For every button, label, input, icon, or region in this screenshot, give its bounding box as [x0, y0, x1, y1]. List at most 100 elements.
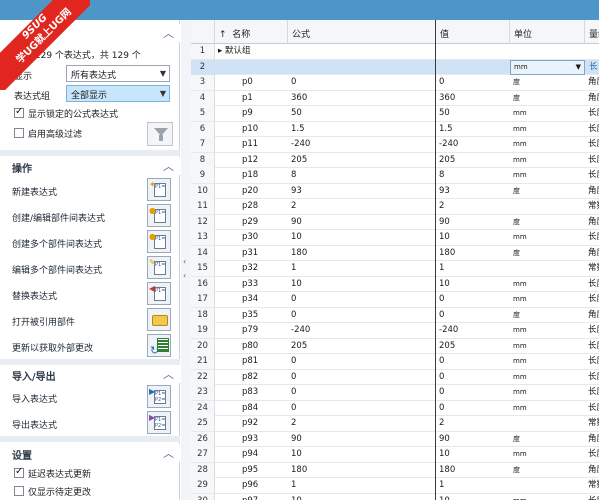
unit-cell[interactable]: 度 [510, 432, 585, 447]
table-row[interactable]: 23p8300mm长度 [191, 385, 599, 401]
value-cell[interactable]: 50 [436, 106, 510, 121]
panel-splitter[interactable]: ‹ ‹ [181, 20, 191, 500]
unit-cell[interactable]: mm [510, 447, 585, 462]
formula-cell[interactable]: 360 [288, 91, 436, 106]
group-dropdown[interactable]: 全部显示 ▼ [66, 85, 170, 102]
update-external-row[interactable]: 更新以获取外部更改 ↻ [0, 333, 180, 358]
name-cell[interactable]: p31 [239, 246, 288, 261]
name-column-header[interactable]: ↑ 名称 [215, 20, 288, 44]
name-cell[interactable]: p1 [239, 91, 288, 106]
table-row[interactable]: 13p301010mm长度 [191, 230, 599, 246]
name-cell[interactable]: p32 [239, 261, 288, 276]
table-row[interactable]: 12p299090度角度 [191, 214, 599, 230]
value-cell[interactable]: 1 [436, 261, 510, 276]
unit-cell[interactable]: 度 [510, 463, 585, 478]
dimension-cell[interactable]: 长度 [585, 494, 599, 500]
formula-cell[interactable]: 1.5 [288, 122, 436, 137]
unit-cell[interactable]: mm [510, 385, 585, 400]
unit-dropdown[interactable]: mm ▼ [510, 59, 585, 75]
table-row[interactable]: 27p941010mm长度 [191, 447, 599, 463]
name-cell[interactable]: p35 [239, 308, 288, 323]
table-row[interactable]: 25p9222常数 [191, 416, 599, 432]
collapse-chevron-icon[interactable]: ︿ [163, 158, 174, 174]
table-row[interactable]: 10p209393度角度 [191, 183, 599, 199]
name-cell[interactable]: p0 [239, 75, 288, 90]
value-cell[interactable]: 0 [436, 75, 510, 90]
value-cell[interactable]: 2 [436, 416, 510, 431]
new-expression-row-input[interactable]: 2 mm ▼ 长 [191, 59, 599, 75]
formula-cell[interactable]: 90 [288, 432, 436, 447]
unit-cell[interactable]: mm [510, 323, 585, 338]
name-cell[interactable]: p33 [239, 277, 288, 292]
dimension-cell[interactable]: 长度 [585, 385, 599, 400]
list-section-header[interactable]: ︿ [0, 24, 180, 42]
dimension-cell[interactable]: 长度 [585, 354, 599, 369]
formula-cell[interactable]: 2 [288, 416, 436, 431]
unit-cell[interactable]: 度 [510, 184, 585, 199]
group-row[interactable]: 1 ▸ 默认组 [191, 44, 599, 60]
name-cell[interactable]: p82 [239, 370, 288, 385]
formula-cell[interactable]: 2 [288, 199, 436, 214]
edit-multi-interpart-button[interactable]: P1= ✎ [147, 256, 171, 279]
value-cell[interactable]: 205 [436, 339, 510, 354]
formula-cell[interactable]: 180 [288, 246, 436, 261]
value-cell[interactable]: 0 [436, 370, 510, 385]
unit-cell[interactable]: mm [510, 106, 585, 121]
dimension-cell[interactable]: 常数 [585, 199, 599, 214]
formula-cell[interactable]: 0 [288, 292, 436, 307]
formula-cell[interactable]: 10 [288, 494, 436, 500]
unit-cell[interactable]: mm [510, 292, 585, 307]
dimension-cell[interactable]: 长度 [585, 447, 599, 462]
formula-cell[interactable]: 0 [288, 75, 436, 90]
value-cell[interactable]: 2 [436, 199, 510, 214]
dimension-cell[interactable]: 长度 [585, 292, 599, 307]
dimension-cell[interactable]: 长度 [585, 401, 599, 416]
edit-multi-interpart-row[interactable]: 编辑多个部件间表达式 P1= ✎ [0, 255, 180, 280]
unit-cell[interactable]: mm [510, 153, 585, 168]
unit-cell[interactable]: mm [510, 230, 585, 245]
dimension-cell[interactable]: 角度 [585, 215, 599, 230]
unit-cell[interactable]: mm [510, 494, 585, 500]
name-cell[interactable]: p28 [239, 199, 288, 214]
advanced-filter-checkbox[interactable] [14, 128, 24, 138]
dimension-cell[interactable]: 角度 [585, 91, 599, 106]
unit-cell[interactable]: mm [510, 277, 585, 292]
unit-cell[interactable] [510, 261, 585, 276]
formula-cell[interactable]: 0 [288, 385, 436, 400]
dimension-column-header[interactable]: 量纲 [585, 20, 599, 44]
import-export-header[interactable]: 导入/导出 ︿ [0, 365, 180, 383]
name-cell[interactable]: p97 [239, 494, 288, 500]
unit-cell[interactable]: 度 [510, 246, 585, 261]
unit-cell[interactable]: mm [510, 370, 585, 385]
table-row[interactable]: 17p3400mm长度 [191, 292, 599, 308]
table-row[interactable]: 9p1888mm长度 [191, 168, 599, 184]
export-row[interactable]: 导出表达式 P1= P2= ▶ [0, 410, 180, 435]
value-cell[interactable]: 180 [436, 246, 510, 261]
formula-cell[interactable]: 180 [288, 463, 436, 478]
table-row[interactable]: 5p95050mm长度 [191, 106, 599, 122]
table-row[interactable]: 4p1360360度角度 [191, 90, 599, 106]
name-cell[interactable]: p18 [239, 168, 288, 183]
unit-cell[interactable] [510, 416, 585, 431]
dimension-cell[interactable]: 长度 [585, 153, 599, 168]
formula-cell[interactable]: 0 [288, 354, 436, 369]
table-row[interactable]: 3p000度角度 [191, 75, 599, 91]
table-row[interactable]: 26p939090度角度 [191, 431, 599, 447]
value-cell[interactable]: 10 [436, 447, 510, 462]
filter-button[interactable] [147, 122, 173, 146]
value-cell[interactable]: 205 [436, 153, 510, 168]
unit-cell[interactable] [510, 478, 585, 493]
unit-cell[interactable]: 度 [510, 91, 585, 106]
table-row[interactable]: 20p80205205mm长度 [191, 338, 599, 354]
table-row[interactable]: 8p12205205mm长度 [191, 152, 599, 168]
value-cell[interactable]: 90 [436, 215, 510, 230]
replace-expression-row[interactable]: 替换表达式 P1= ◀ [0, 281, 180, 306]
value-cell[interactable]: 8 [436, 168, 510, 183]
formula-cell[interactable]: 90 [288, 215, 436, 230]
name-cell[interactable]: p80 [239, 339, 288, 354]
unit-cell[interactable]: mm [510, 401, 585, 416]
collapse-chevron-icon[interactable]: ︿ [163, 366, 174, 382]
formula-cell[interactable]: 10 [288, 447, 436, 462]
collapse-chevron-icon[interactable]: ︿ [163, 25, 174, 41]
dimension-cell[interactable]: 角度 [585, 184, 599, 199]
